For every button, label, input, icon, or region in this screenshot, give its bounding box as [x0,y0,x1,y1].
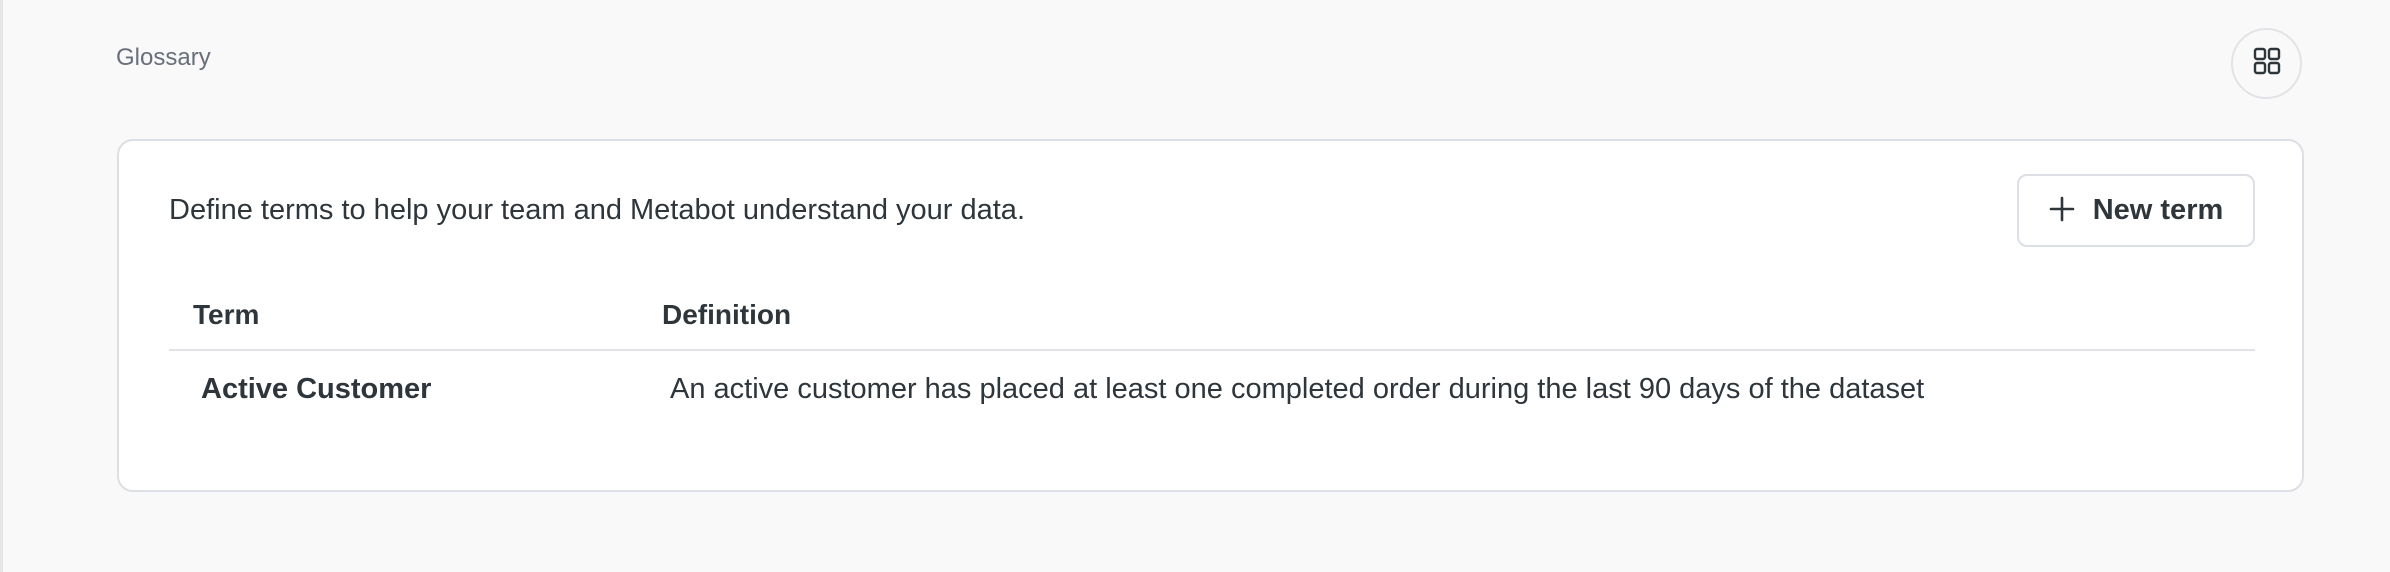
new-term-button[interactable]: New term [2017,174,2255,247]
grid-icon [2252,46,2282,81]
table-row[interactable]: Active Customer An active customer has p… [169,351,2255,435]
breadcrumb[interactable]: Glossary [116,44,211,72]
glossary-card: Define terms to help your team and Metab… [117,139,2304,492]
layout-toggle-button[interactable] [2231,28,2302,99]
column-header-definition[interactable]: Definition [662,299,791,331]
term-cell: Active Customer [201,373,432,405]
definition-cell: An active customer has placed at least o… [670,373,1925,405]
new-term-label: New term [2092,194,2224,226]
glossary-table: Term Definition Active Customer An activ… [169,291,2255,435]
plus-icon [2049,196,2075,225]
table-header: Term Definition [169,291,2255,351]
glossary-description: Define terms to help your team and Metab… [169,194,1025,226]
glossary-page: Glossary Define terms to help your team … [0,0,2390,572]
column-header-term[interactable]: Term [193,299,259,331]
